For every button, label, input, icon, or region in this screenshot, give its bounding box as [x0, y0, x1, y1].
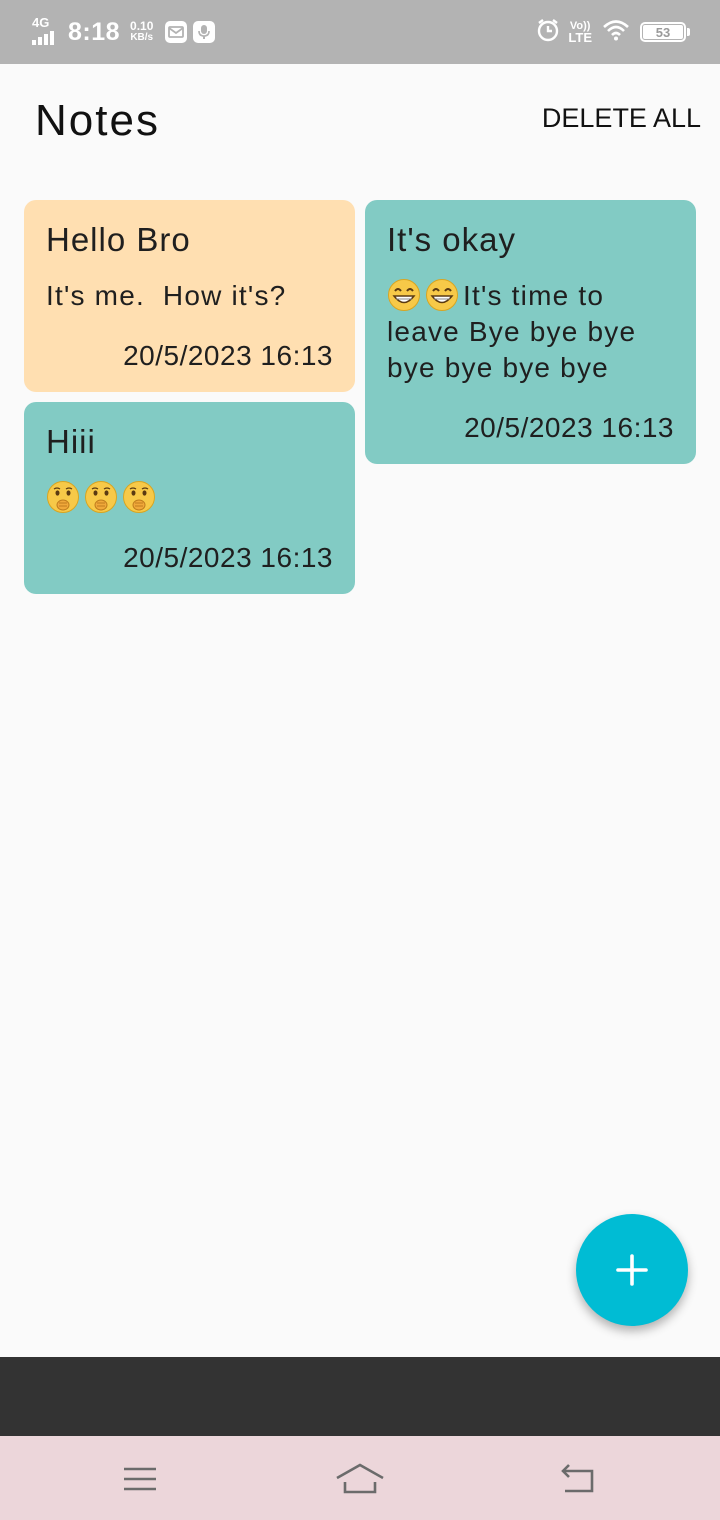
delete-all-button[interactable]: DELETE ALL: [542, 103, 701, 134]
volte-indicator: Vo)) LTE: [568, 20, 592, 44]
note-title: Hello Bro: [46, 221, 191, 258]
network-type: 4G: [32, 15, 50, 30]
note-emojis: [46, 480, 333, 516]
battery-icon: 53: [640, 22, 690, 42]
note-date: 20/5/2023 16:13: [123, 340, 333, 371]
note-card[interactable]: It's okay It's time to leave Bye bye bye…: [365, 200, 696, 464]
note-body: It's me. How it's?: [46, 280, 287, 311]
network-speed-value: 0.10: [130, 19, 154, 33]
clock: 8:18: [68, 17, 121, 46]
battery-level: 53: [643, 25, 683, 40]
note-title: Hiii: [46, 423, 96, 460]
home-icon: [336, 1463, 384, 1494]
shushing-face-icon: [85, 481, 117, 513]
signal-icon: 4G: [30, 15, 60, 47]
bottom-strip: [0, 1357, 720, 1436]
back-icon: [561, 1464, 594, 1493]
menu-button[interactable]: [110, 1454, 170, 1504]
note-date: 20/5/2023 16:13: [123, 542, 333, 573]
status-left: 4G 8:18 0.10 KB/s: [30, 14, 216, 50]
add-note-button[interactable]: [576, 1214, 688, 1326]
mail-icon: [165, 21, 188, 43]
grinning-face-icon: [388, 279, 420, 311]
note-title: It's okay: [387, 221, 517, 258]
wifi-icon: [602, 19, 630, 46]
grinning-face-icon: [426, 279, 458, 311]
status-bar: 4G 8:18 0.10 KB/s Vo)) LTE 53: [0, 0, 720, 64]
network-speed: 0.10 KB/s: [130, 19, 154, 43]
lte-label: LTE: [568, 30, 592, 45]
page-title: Notes: [35, 96, 160, 145]
note-card[interactable]: Hello Bro It's me. How it's? 20/5/2023 1…: [24, 200, 355, 392]
navigation-bar: [0, 1436, 720, 1520]
shushing-face-icon: [47, 481, 79, 513]
menu-icon: [124, 1467, 156, 1491]
note-body-container: It's time to leave Bye bye bye bye bye b…: [387, 278, 674, 386]
status-right: Vo)) LTE 53: [536, 14, 690, 50]
microphone-icon: [193, 21, 216, 43]
plus-icon: [616, 1254, 648, 1286]
network-speed-unit: KB/s: [130, 32, 154, 43]
alarm-icon: [536, 18, 560, 47]
home-button[interactable]: [330, 1454, 390, 1504]
back-button[interactable]: [548, 1454, 608, 1504]
shushing-face-icon: [123, 481, 155, 513]
note-date: 20/5/2023 16:13: [464, 412, 674, 443]
signal-bars: [32, 31, 54, 45]
note-card[interactable]: Hiii 20/5/2023 16:13: [24, 402, 355, 594]
